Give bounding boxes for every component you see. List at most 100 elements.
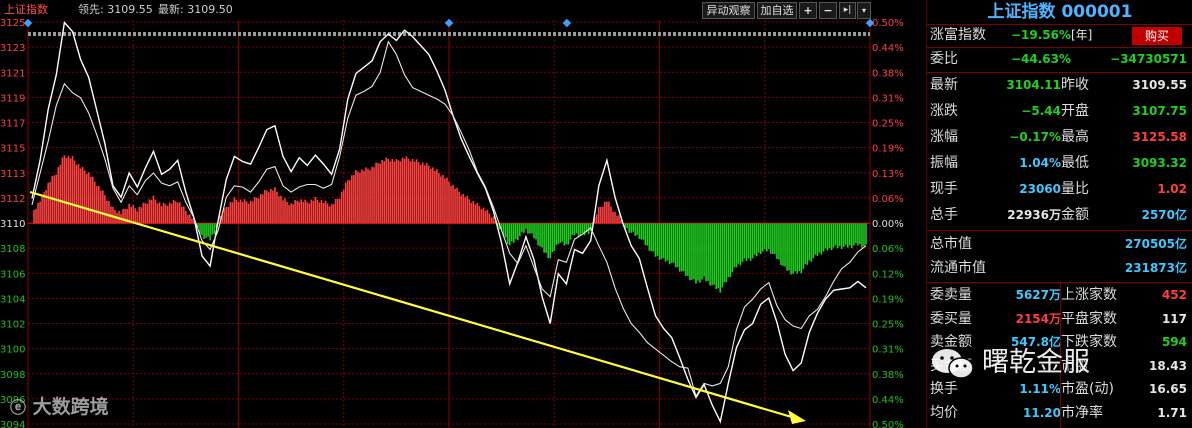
quote-label-2a: 涨幅 (930, 129, 958, 145)
buy-button[interactable]: 购买 (1132, 27, 1182, 45)
price-tick-label: 3113 (0, 169, 25, 180)
quote-value-5a: 22936万 (1007, 208, 1061, 222)
breadth-value-3b: 18.43 (1149, 358, 1187, 373)
quote-value-4a: 23060 (1019, 182, 1061, 196)
breadth-value-0a: 5627万 (1015, 288, 1061, 302)
quote-label-3b: 最低 (1061, 155, 1089, 171)
price-tick-label: 3108 (0, 244, 25, 255)
percent-tick-label: 0.06% (872, 244, 904, 255)
quote-label-2b: 最高 (1061, 129, 1089, 145)
price-tick-label: 3104 (0, 294, 25, 305)
abnormal-watch-button[interactable]: 异动观察 (702, 2, 755, 19)
quote-value-3b: 3093.32 (1132, 156, 1187, 170)
lead-label: 领先: (78, 3, 104, 16)
divider (927, 72, 1192, 73)
quote-value-3a: 1.04% (1019, 156, 1061, 170)
percent-tick-label: 0.50% (872, 420, 904, 428)
event-diamond-icon (444, 18, 454, 28)
breadth-value-4b: 16.65 (1149, 382, 1187, 396)
percent-tick-label: 0.38% (872, 68, 904, 79)
quote-label-5b: 金额 (1061, 207, 1089, 223)
quote-value-1a: −5.44 (1021, 104, 1061, 118)
divider (927, 47, 1192, 48)
breadth-label-5a: 均价 (930, 404, 958, 421)
right-watermark-text: 曙乾金服 (982, 347, 1090, 378)
breadth-label-1a: 委买量 (930, 310, 972, 327)
wealth-index-label: 涨富指数 (930, 27, 986, 43)
breadth-value-5a: 11.20 (1023, 405, 1061, 420)
price-tick-label: 3094 (0, 420, 25, 428)
price-tick-label: 3102 (0, 320, 25, 331)
percent-tick-label: 0.19% (872, 294, 904, 305)
percent-tick-label: 0.13% (872, 169, 904, 180)
price-tick-label: 3110 (0, 219, 25, 230)
breadth-value-4a: 1.11% (1019, 382, 1061, 396)
quote-label-0a: 最新 (930, 77, 958, 93)
quote-label-1a: 涨跌 (930, 103, 958, 119)
percent-tick-label: 0.31% (872, 93, 904, 104)
divider (927, 230, 1192, 231)
add-watchlist-button[interactable]: 加自选 (757, 2, 797, 19)
brand-logo-icon: ⓔ (10, 398, 27, 417)
breadth-label-4a: 换手 (930, 381, 958, 397)
breadth-value-1a: 2154万 (1015, 311, 1061, 326)
price-tick-label: 3125 (0, 18, 25, 29)
quote-value-4b: 1.02 (1157, 182, 1187, 196)
percent-tick-label: 0.19% (872, 144, 904, 155)
lead-value: 3109.55 (107, 3, 153, 16)
market-cap-label-1: 流通市值 (930, 260, 986, 276)
percent-tick-label: 0.00% (872, 219, 904, 230)
chart-index-name: 上证指数 (4, 3, 48, 16)
price-tick-label: 3115 (0, 144, 25, 155)
latest-readout: 最新: 3109.50 (158, 2, 233, 18)
breadth-label-0a: 委卖量 (930, 287, 972, 303)
quote-label-3a: 振幅 (930, 155, 958, 171)
market-cap-value-0: 270505亿 (1124, 237, 1187, 251)
jump-end-button[interactable]: ▸| (839, 2, 856, 19)
intraday-chart[interactable]: 3125 3123 3121 3119 3117 3115 3113 3112 3110 3108… (0, 0, 926, 428)
price-tick-label: 3123 (0, 43, 25, 54)
chevron-down-icon[interactable]: ▾ (857, 2, 871, 19)
breadth-label-5b: 市净率 (1061, 404, 1103, 421)
order-ratio-label: 委比 (930, 51, 958, 67)
wealth-index-value: −19.56% (1010, 28, 1071, 42)
percent-tick-label: 0.38% (872, 370, 904, 381)
price-tick-label: 3100 (0, 345, 25, 356)
breadth-value-5b: 1.71 (1157, 405, 1187, 420)
wechat-icon (932, 348, 974, 379)
right-watermark: 曙乾金服 (930, 340, 1090, 381)
price-tick-label: 3121 (0, 68, 25, 79)
percent-tick-label: 0.44% (872, 43, 904, 54)
zoom-out-button[interactable]: − (819, 2, 837, 19)
percent-tick-label: 0.25% (872, 119, 904, 130)
percent-tick-label: 0.50% (872, 18, 904, 29)
quote-value-2a: −0.17% (1009, 130, 1061, 144)
price-tick-label: 3106 (0, 269, 25, 280)
breadth-value-2b: 594 (1161, 335, 1187, 349)
divider (927, 24, 1192, 25)
percent-tick-label: 0.06% (872, 194, 904, 205)
quote-value-5b: 2570亿 (1141, 208, 1187, 222)
left-watermark-text: 大数跨境 (32, 396, 109, 418)
breadth-value-1b: 117 (1161, 311, 1187, 326)
left-watermark: ⓔ 大数跨境 (10, 392, 109, 419)
quote-label-4a: 现手 (930, 181, 958, 197)
quote-value-2b: 3125.58 (1132, 130, 1187, 144)
percent-tick-label: 0.31% (872, 345, 904, 356)
intraday-chart-panel[interactable]: 3125 3123 3121 3119 3117 3115 3113 3112 3110 3108… (0, 0, 926, 428)
quote-label-0b: 昨收 (1061, 77, 1089, 93)
trend-arrow-icon (788, 410, 806, 424)
zoom-in-button[interactable]: + (799, 2, 817, 19)
quote-label-4b: 量比 (1061, 181, 1089, 197)
percent-tick-label: 0.12% (872, 269, 904, 280)
lead-readout: 领先: 3109.55 (78, 2, 153, 18)
price-tick-label: 3119 (0, 93, 25, 104)
order-diff-value: −34730571 (1110, 52, 1187, 66)
quote-value-0a: 3104.11 (1006, 78, 1061, 92)
percent-tick-label: 0.44% (872, 395, 904, 406)
quote-value-1b: 3107.75 (1132, 104, 1187, 118)
wealth-index-period[interactable]: [年] (1071, 26, 1105, 44)
market-cap-value-1: 231873亿 (1124, 261, 1187, 275)
quote-label-5a: 总手 (930, 207, 958, 223)
latest-value: 3109.50 (187, 3, 233, 16)
